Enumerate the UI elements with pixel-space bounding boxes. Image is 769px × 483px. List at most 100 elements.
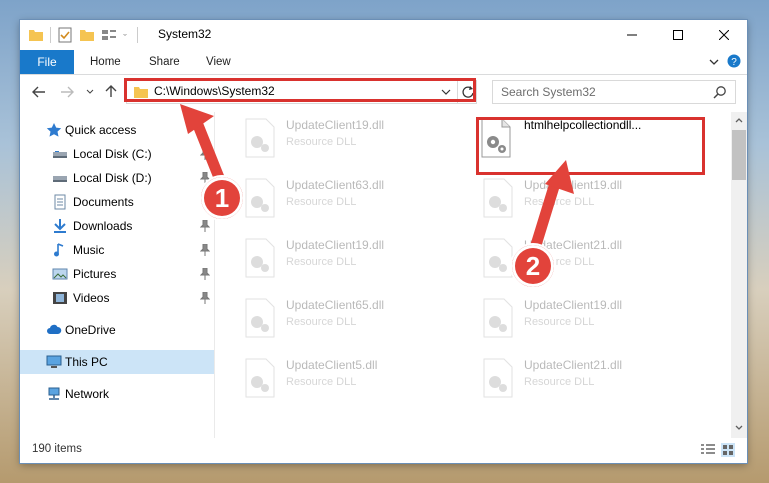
file-item[interactable]: UpdateClient19.dll Resource DLL [454, 294, 684, 350]
file-name: UpdateClient63.dll [286, 178, 385, 192]
sidebar-item-pictures[interactable]: Pictures [20, 262, 214, 286]
sidebar-item-network[interactable]: Network [20, 382, 214, 406]
scroll-down-icon[interactable] [735, 424, 743, 432]
scrollbar-thumb[interactable] [732, 130, 746, 180]
sidebar-item-quick-access[interactable]: Quick access [20, 118, 214, 142]
file-name: UpdateClient65.dll [286, 298, 385, 312]
recent-locations-icon[interactable] [86, 88, 94, 96]
file-name: UpdateClient19.dll [524, 178, 623, 192]
file-type: Resource DLL [524, 196, 595, 208]
sidebar-item-label: Downloads [73, 219, 133, 233]
pin-icon[interactable] [200, 148, 210, 160]
file-type: Resource DLL [286, 316, 357, 328]
file-item[interactable]: UpdateClient19.dll Resource DLL [216, 114, 446, 170]
tab-home[interactable]: Home [90, 50, 121, 74]
dll-file-icon [245, 358, 275, 398]
target-file-highlight [476, 117, 705, 175]
dll-file-icon [245, 178, 275, 218]
pin-icon[interactable] [200, 244, 210, 256]
sidebar-item-music[interactable]: Music [20, 238, 214, 262]
pin-icon[interactable] [200, 268, 210, 280]
network-icon [48, 387, 60, 400]
star-icon [46, 123, 62, 137]
search-icon [713, 86, 726, 99]
tab-view[interactable]: View [206, 50, 231, 74]
up-arrow-icon[interactable] [104, 84, 118, 98]
file-type: Resource DLL [286, 196, 357, 208]
sidebar-item-videos[interactable]: Videos [20, 286, 214, 310]
close-button[interactable] [701, 20, 747, 50]
scroll-up-icon[interactable] [735, 116, 743, 124]
sidebar-item-label: This PC [65, 355, 108, 369]
chevron-down-icon[interactable] [123, 27, 131, 43]
ribbon-tabs: File Home Share View ? [20, 50, 747, 75]
maximize-button[interactable] [655, 20, 701, 50]
videos-icon [53, 292, 67, 304]
step-badge-2: 2 [510, 243, 556, 289]
customize-toolbar-icon[interactable] [101, 27, 117, 43]
dll-file-icon [245, 118, 275, 158]
dll-file-icon [483, 298, 513, 338]
window-title: System32 [158, 27, 212, 41]
tab-file[interactable]: File [20, 50, 74, 74]
sidebar-item-label: Music [73, 243, 105, 257]
pictures-icon [52, 268, 68, 280]
file-item[interactable]: UpdateClient19.dll Resource DLL [454, 174, 684, 230]
tab-share[interactable]: Share [149, 50, 180, 74]
computer-icon [46, 355, 62, 368]
help-icon[interactable]: ? [727, 54, 741, 68]
chevron-down-icon[interactable] [709, 57, 719, 67]
documents-icon [54, 194, 66, 210]
sidebar-item-label: Pictures [73, 267, 117, 281]
file-item[interactable]: UpdateClient63.dll Resource DLL [216, 174, 446, 230]
address-bar-highlight [124, 78, 476, 102]
sidebar-item-label: Quick access [65, 123, 137, 137]
file-type: Resource DLL [524, 316, 595, 328]
file-item[interactable]: UpdateClient21.dll Resource DLL [454, 354, 684, 410]
dll-file-icon [483, 178, 513, 218]
new-folder-icon[interactable] [79, 27, 95, 43]
pin-icon[interactable] [200, 292, 210, 304]
properties-icon[interactable] [57, 27, 73, 43]
search-input[interactable]: Search System32 [492, 80, 736, 104]
sidebar-item-downloads[interactable]: Downloads [20, 214, 214, 238]
navigation-pane: Quick access Local Disk (C:) Local Disk … [20, 112, 215, 438]
cloud-icon [47, 324, 62, 334]
back-arrow-icon[interactable] [32, 85, 46, 99]
pin-icon[interactable] [200, 220, 210, 232]
toolbar-divider [137, 27, 138, 43]
close-icon [719, 30, 729, 40]
sidebar-item-documents[interactable]: Documents [20, 190, 214, 214]
sidebar-item-label: OneDrive [65, 323, 116, 337]
dll-file-icon [483, 238, 513, 278]
file-item[interactable]: UpdateClient19.dll Resource DLL [216, 234, 446, 290]
file-name: UpdateClient19.dll [286, 238, 385, 252]
file-item[interactable]: UpdateClient5.dll Resource DLL [216, 354, 446, 410]
toolbar-divider [50, 27, 51, 43]
pane-divider[interactable] [214, 112, 215, 438]
large-icons-view-icon[interactable] [721, 443, 735, 457]
forward-arrow-icon[interactable] [60, 85, 74, 99]
music-icon [54, 243, 64, 257]
window-controls [609, 20, 747, 50]
maximize-icon [673, 30, 683, 40]
folder-icon [29, 30, 43, 41]
sidebar-item-this-pc[interactable]: This PC [20, 350, 214, 374]
status-bar: 190 items [20, 438, 747, 463]
sidebar-item-label: Network [65, 387, 110, 401]
vertical-scrollbar[interactable] [731, 112, 747, 438]
file-item[interactable]: UpdateClient21.dll Resource DLL [454, 234, 684, 290]
drive-icon [53, 176, 67, 182]
sidebar-item-onedrive[interactable]: OneDrive [20, 318, 214, 342]
file-item[interactable]: UpdateClient65.dll Resource DLL [216, 294, 446, 350]
sidebar-item-label: Documents [73, 195, 134, 209]
minimize-button[interactable] [609, 20, 655, 50]
details-view-icon[interactable] [701, 444, 715, 456]
file-name: UpdateClient19.dll [524, 298, 623, 312]
file-type: Resource DLL [286, 376, 357, 388]
file-type: Resource DLL [524, 376, 595, 388]
sidebar-item-local-disk-c[interactable]: Local Disk (C:) [20, 142, 214, 166]
dll-file-icon [483, 358, 513, 398]
sidebar-item-local-disk-d[interactable]: Local Disk (D:) [20, 166, 214, 190]
downloads-icon [54, 219, 66, 233]
